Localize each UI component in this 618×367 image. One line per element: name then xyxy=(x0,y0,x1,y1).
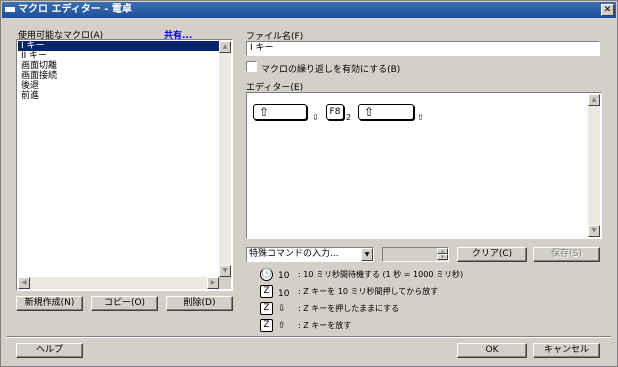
list-item[interactable]: 後退 xyxy=(18,81,219,91)
duration-spinner[interactable]: ▲ ▼ xyxy=(382,247,449,262)
save-button[interactable]: 保存(S) xyxy=(533,247,600,262)
z-key-icon: Z xyxy=(260,302,273,315)
scroll-left-icon[interactable]: ◀ xyxy=(18,277,30,289)
title-bar: マクロ エディター - 電卓 ✕ xyxy=(2,2,616,18)
cancel-button[interactable]: キャンセル xyxy=(533,343,600,358)
macro-editor-area[interactable]: ⇧ ⇩ F8 2 ⇧ ⇧ ▲ ▼ xyxy=(246,92,602,239)
key-down-arrow-icon: ⇩ xyxy=(278,304,286,314)
filename-input[interactable]: I キー xyxy=(246,41,600,56)
z-key-icon: Z xyxy=(260,319,273,332)
scroll-up-icon[interactable]: ▲ xyxy=(219,41,231,53)
editor-vertical-scrollbar[interactable]: ▲ ▼ xyxy=(588,94,600,237)
copy-macro-button[interactable]: コピー(O) xyxy=(91,296,158,311)
legend-release-text: : Z キーを放す xyxy=(298,321,352,330)
spin-down-icon[interactable]: ▼ xyxy=(437,254,448,260)
key-up-arrow-icon: ⇧ xyxy=(278,321,286,331)
f8-key-icon[interactable]: F8 xyxy=(326,104,344,120)
shift-key-down-icon[interactable]: ⇧ xyxy=(253,104,307,120)
help-button[interactable]: ヘルプ xyxy=(16,343,83,358)
shift-up-arrow-icon: ⇧ xyxy=(364,105,375,119)
scroll-down-icon[interactable]: ▼ xyxy=(588,225,600,237)
legend-hold-text: : Z キーを押したままにする xyxy=(298,304,400,313)
list-item[interactable]: II キー xyxy=(18,51,219,61)
legend-press-text: : Z キーを 10 ミリ秒間押してから放す xyxy=(298,287,439,296)
special-command-dropdown[interactable]: 特殊コマンドの入力... ▼ xyxy=(246,247,374,262)
z-key-icon: Z xyxy=(260,285,273,298)
legend-press-value: 10 xyxy=(278,289,290,299)
key-down-suffix-icon: ⇩ xyxy=(312,113,319,122)
clear-button[interactable]: クリア(C) xyxy=(457,247,527,262)
scroll-up-icon[interactable]: ▲ xyxy=(588,94,600,106)
ok-button[interactable]: OK xyxy=(457,343,527,358)
scroll-right-icon[interactable]: ▶ xyxy=(207,277,219,289)
macro-list[interactable]: I キー II キー 画面切離 画面接続 後退 前進 ▲ ▼ ◀ ▶ xyxy=(16,39,233,291)
macro-list-items: I キー II キー 画面切離 画面接続 後退 前進 xyxy=(18,41,219,277)
scroll-down-icon[interactable]: ▼ xyxy=(219,265,231,277)
scroll-corner xyxy=(219,277,231,289)
legend-wait-text: : 10 ミリ秒間待機する (1 秒 = 1000 ミリ秒) xyxy=(298,270,464,279)
repeat-macro-checkbox[interactable] xyxy=(246,61,257,72)
macro-editor-window: マクロ エディター - 電卓 ✕ 使用可能なマクロ(A) 共有... I キー I… xyxy=(0,0,618,367)
list-item[interactable]: 画面接続 xyxy=(18,71,219,81)
key-up-suffix-icon: ⇧ xyxy=(417,113,424,122)
close-button[interactable]: ✕ xyxy=(601,4,614,16)
chevron-down-icon[interactable]: ▼ xyxy=(361,248,373,261)
window-title: マクロ エディター - 電卓 xyxy=(18,4,132,15)
list-item[interactable]: I キー xyxy=(18,41,219,51)
delete-macro-button[interactable]: 削除(D) xyxy=(166,296,233,311)
key-duration-suffix: 2 xyxy=(346,113,352,122)
repeat-macro-label: マクロの繰り返しを有効にする(B) xyxy=(261,65,401,75)
list-item[interactable]: 画面切離 xyxy=(18,61,219,71)
list-item[interactable]: 前進 xyxy=(18,91,219,101)
shift-up-arrow-icon: ⇧ xyxy=(259,105,270,119)
new-macro-button[interactable]: 新規作成(N) xyxy=(16,296,83,311)
vertical-scrollbar[interactable]: ▲ ▼ xyxy=(219,41,231,277)
clock-icon: 🕓 xyxy=(260,268,273,281)
footer-separator xyxy=(7,336,611,338)
app-icon xyxy=(5,7,15,12)
legend-wait-value: 10 xyxy=(278,271,290,281)
shift-key-up-icon[interactable]: ⇧ xyxy=(358,104,414,120)
special-command-value: 特殊コマンドの入力... xyxy=(249,249,339,259)
horizontal-scrollbar[interactable]: ◀ ▶ xyxy=(18,277,219,289)
